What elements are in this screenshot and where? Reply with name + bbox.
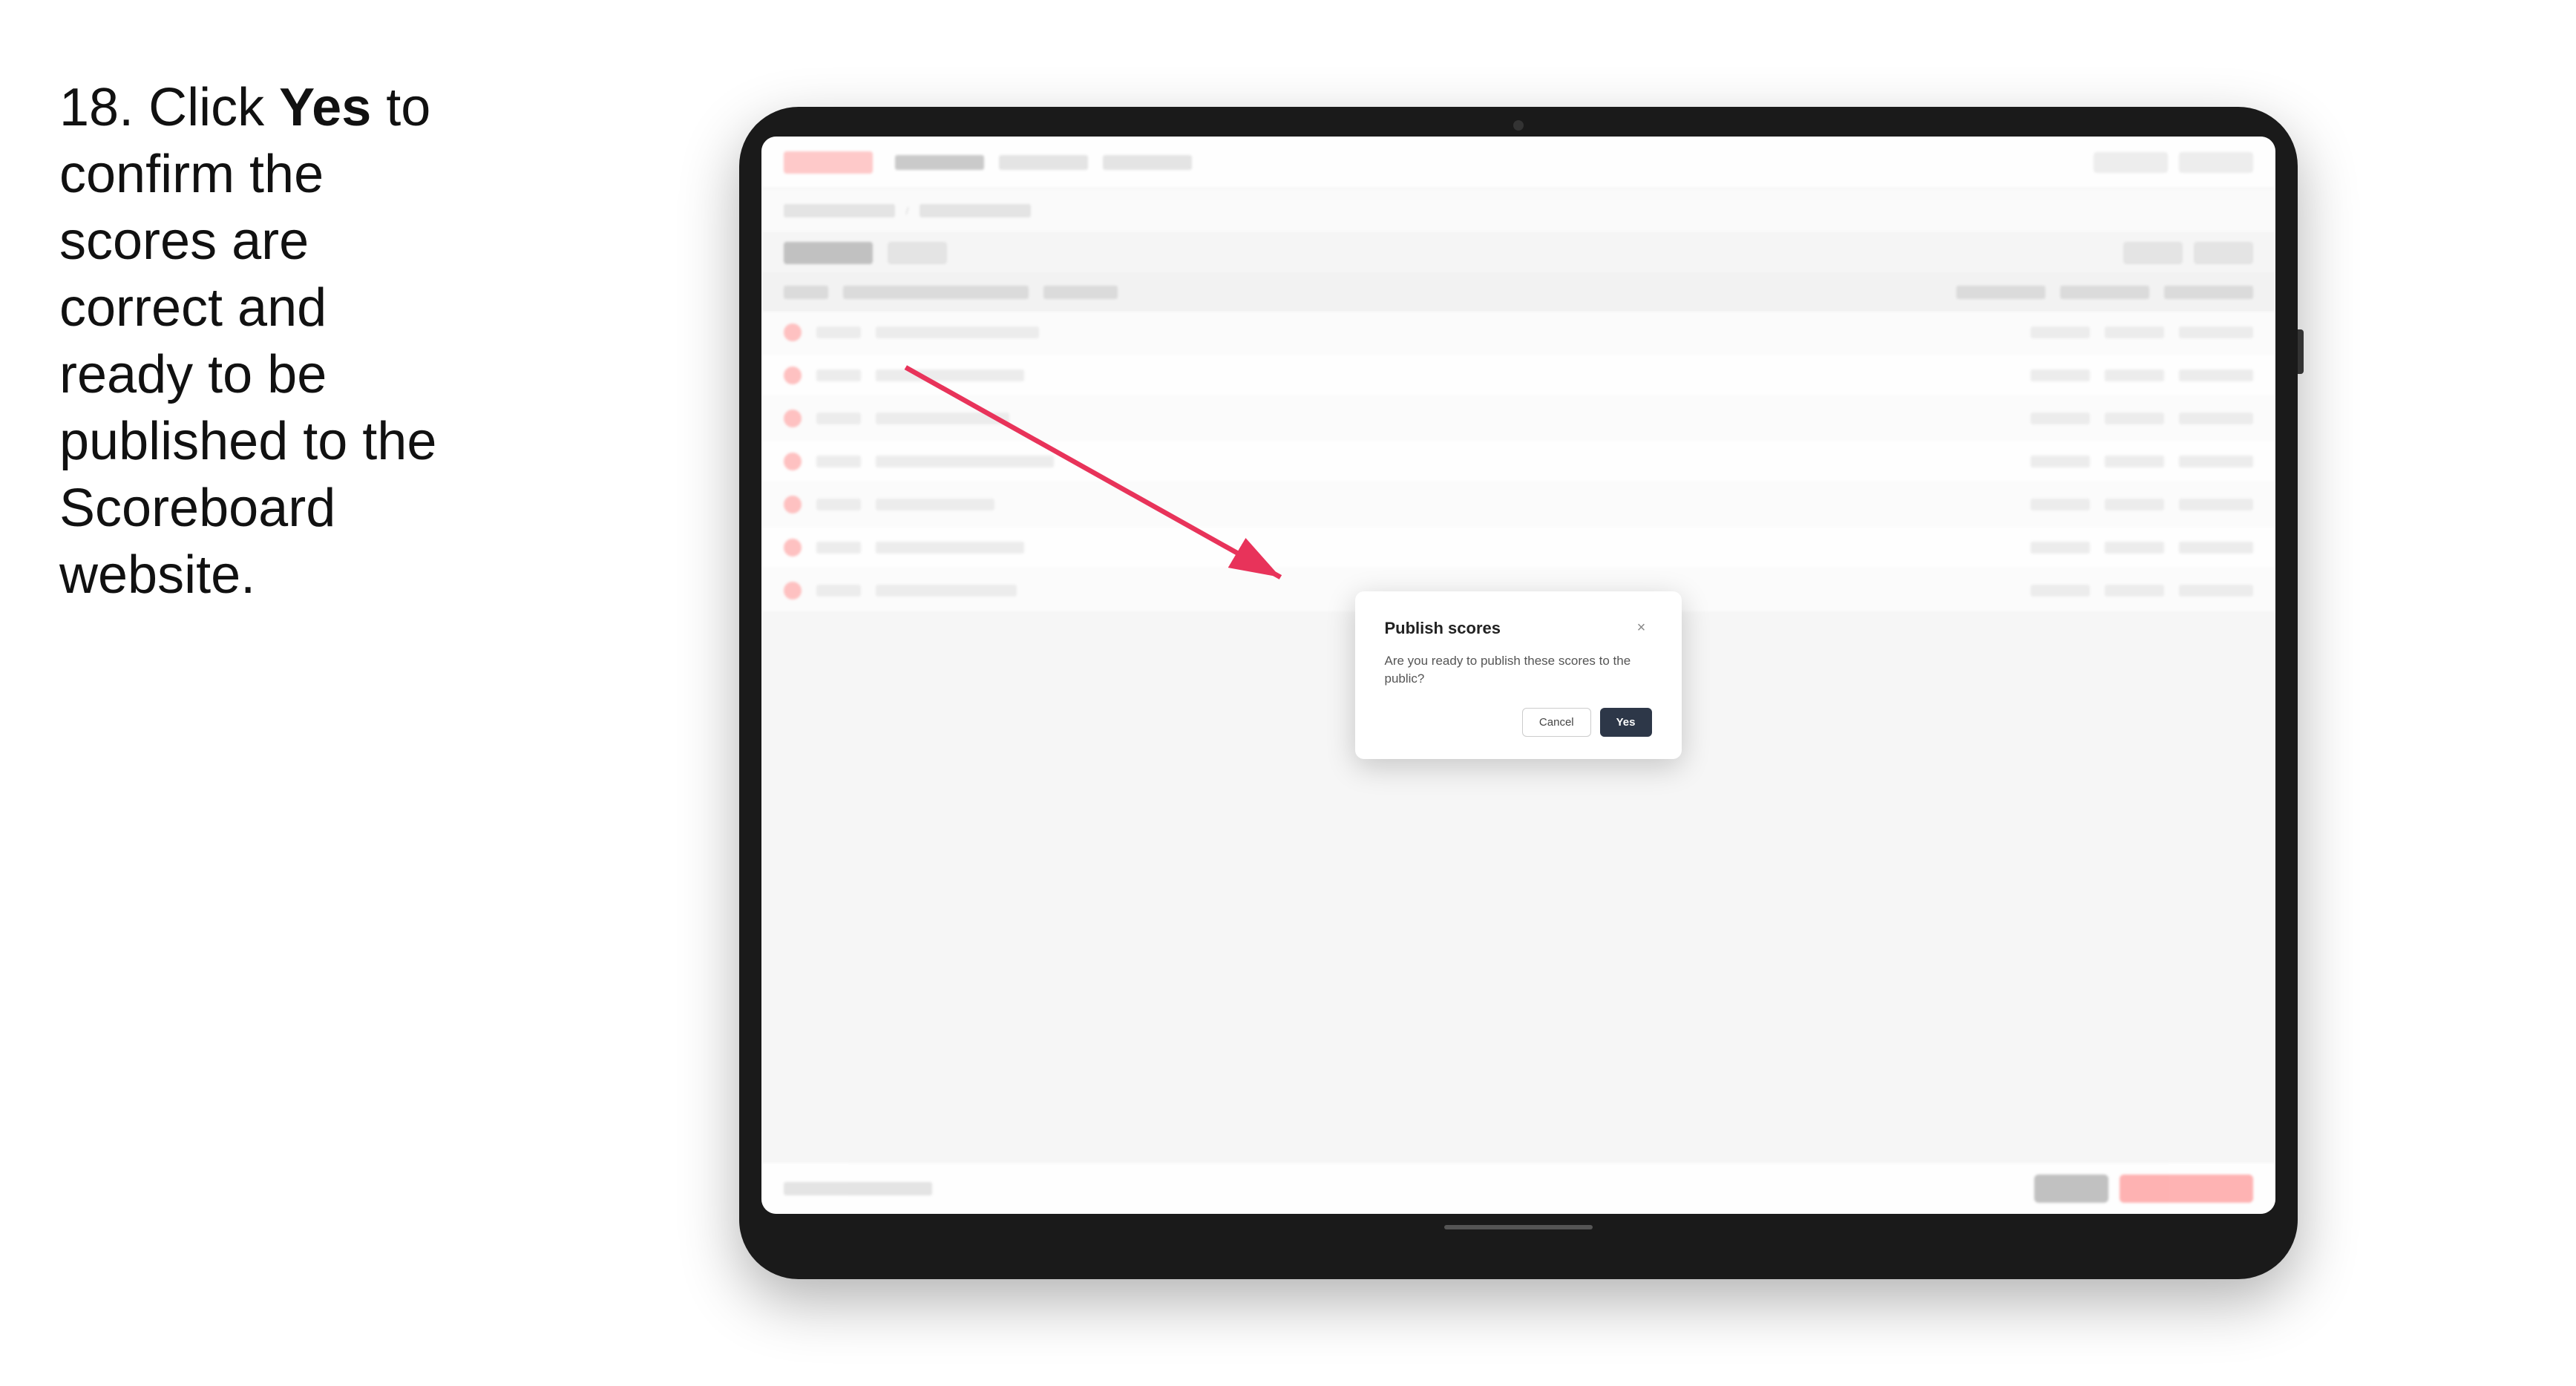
- modal-yes-button[interactable]: Yes: [1600, 708, 1652, 737]
- tablet-camera: [1513, 120, 1524, 131]
- home-bar: [1444, 1225, 1593, 1229]
- tablet-device: /: [520, 45, 2517, 1341]
- tablet-frame: /: [739, 107, 2298, 1279]
- modal-title: Publish scores: [1385, 619, 1501, 638]
- step-number: 18.: [59, 78, 134, 137]
- instruction-panel: 18. Click Yes to confirm the scores are …: [59, 45, 520, 608]
- instruction-text: 18. Click Yes to confirm the scores are …: [59, 74, 475, 608]
- side-button: [2298, 329, 2304, 374]
- tablet-screen: /: [761, 137, 2275, 1214]
- modal-footer: Cancel Yes: [1385, 708, 1652, 737]
- publish-scores-modal: Publish scores × Are you ready to publis…: [1355, 591, 1682, 760]
- modal-cancel-button[interactable]: Cancel: [1522, 708, 1591, 737]
- modal-close-button[interactable]: ×: [1631, 618, 1652, 639]
- modal-overlay: Publish scores × Are you ready to publis…: [761, 137, 2275, 1214]
- tablet-home-indicator: [761, 1220, 2275, 1235]
- page-layout: 18. Click Yes to confirm the scores are …: [0, 0, 2576, 1386]
- yes-keyword: Yes: [279, 78, 371, 137]
- modal-body-text: Are you ready to publish these scores to…: [1385, 652, 1652, 688]
- modal-header: Publish scores ×: [1385, 618, 1652, 639]
